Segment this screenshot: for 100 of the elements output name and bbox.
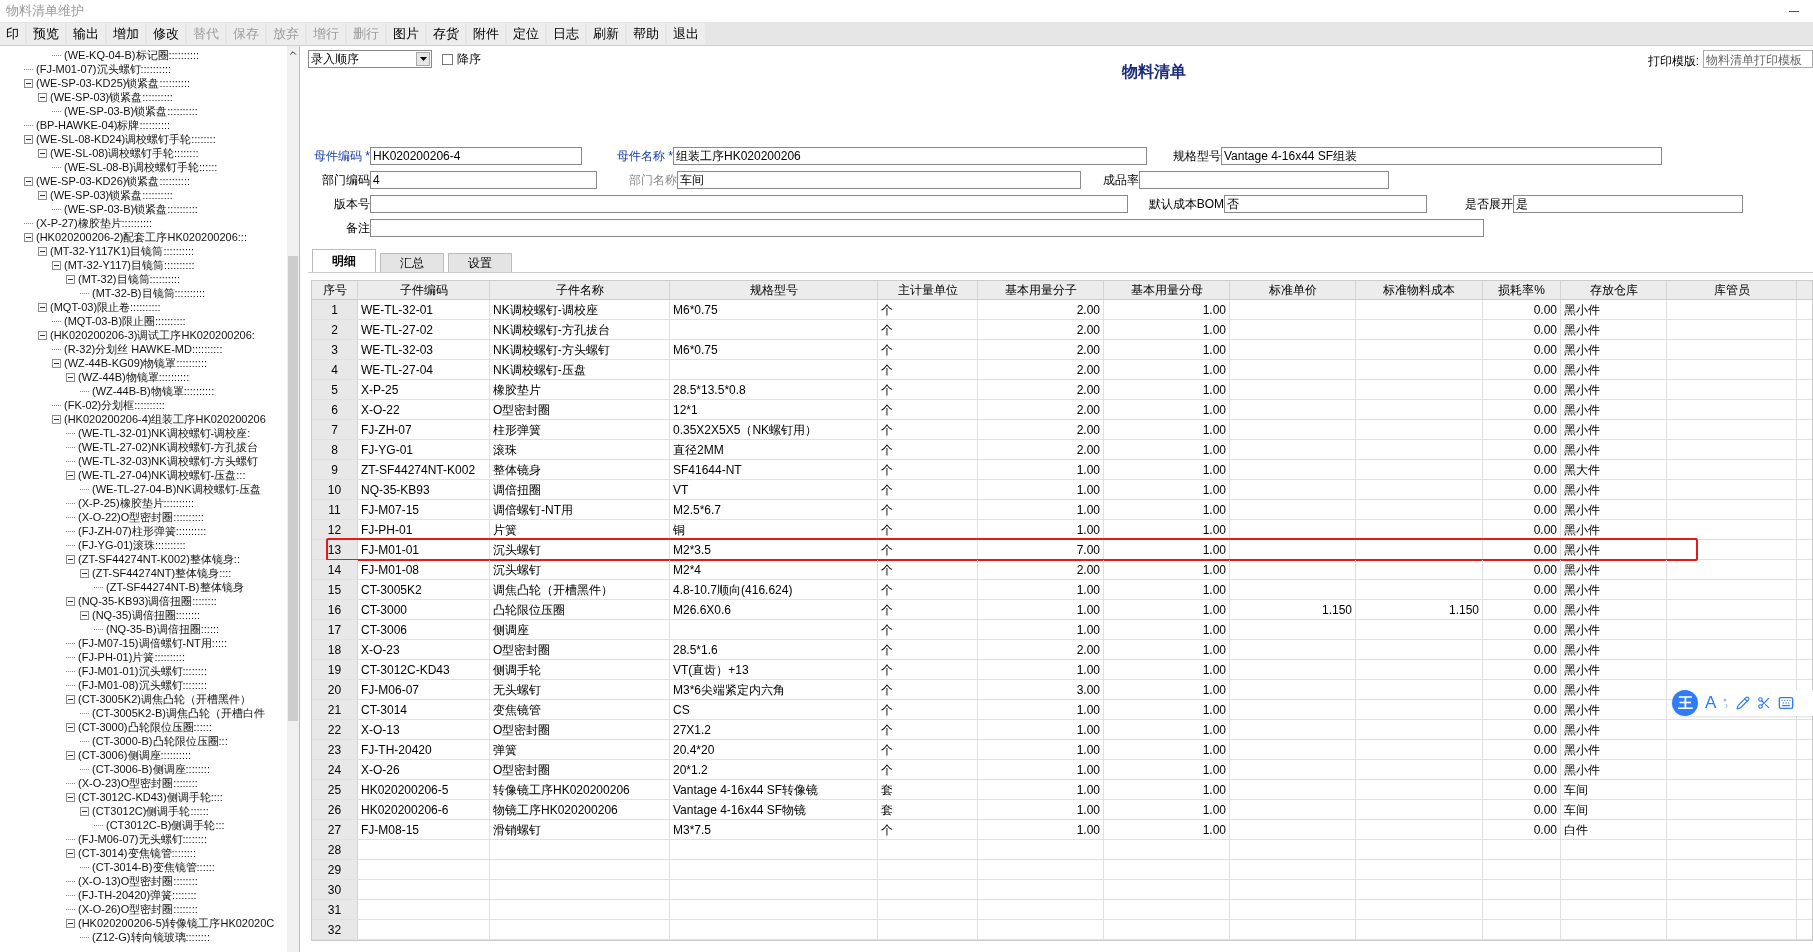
required-mark: * xyxy=(365,147,370,165)
table-cell: FJ-YG-01 xyxy=(361,443,413,457)
table-cell: 个 xyxy=(881,623,893,637)
table-cell: 黑小件 xyxy=(1564,723,1600,737)
table-cell: 0.00 xyxy=(1533,483,1557,497)
row-number: 18 xyxy=(312,640,358,659)
table-cell: FJ-M08-15 xyxy=(361,823,419,837)
row-number: 19 xyxy=(312,660,358,679)
table-cell: X-P-25 xyxy=(361,383,399,397)
table-cell: 黑小件 xyxy=(1564,683,1600,697)
table-cell: 个 xyxy=(881,683,893,697)
table-cell: 1.00 xyxy=(1202,483,1226,497)
table-cell: M26.6X0.6 xyxy=(673,603,732,617)
table-cell: 12*1 xyxy=(673,403,698,417)
table-cell: 2.00 xyxy=(1076,423,1100,437)
table-cell: NQ-35-KB93 xyxy=(361,483,430,497)
table-cell: 1.150 xyxy=(1448,603,1479,617)
table-cell: 0.00 xyxy=(1533,743,1557,757)
table-cell: 黑小件 xyxy=(1564,303,1600,317)
table-cell: 黑小件 xyxy=(1564,663,1600,677)
row-number: 28 xyxy=(312,840,358,859)
row-number: 21 xyxy=(312,700,358,719)
row-number: 17 xyxy=(312,620,358,639)
table-cell: 0.00 xyxy=(1533,643,1557,657)
table-cell: 28.5*13.5*0.8 xyxy=(673,383,746,397)
table-cell: 黑小件 xyxy=(1564,503,1600,517)
field-label: 是否展开 xyxy=(1465,195,1513,213)
field-label: 部门编码 xyxy=(322,171,370,189)
table-cell: 白件 xyxy=(1564,823,1588,837)
table-cell: 调倍螺钉-NT用 xyxy=(493,503,573,517)
table-cell: 2.00 xyxy=(1076,563,1100,577)
row-number: 5 xyxy=(312,380,358,399)
table-cell: 个 xyxy=(881,763,893,777)
table-cell: 套 xyxy=(881,803,893,817)
table-cell: 0.00 xyxy=(1533,443,1557,457)
table-cell: 个 xyxy=(881,363,893,377)
table-cell: 侧调手轮 xyxy=(493,663,541,677)
table-cell: 1.00 xyxy=(1202,443,1226,457)
table-cell: 1.00 xyxy=(1076,483,1100,497)
table-cell: 滑销螺钉 xyxy=(493,823,541,837)
table-cell: M2*3.5 xyxy=(673,543,712,557)
table-cell: 铜 xyxy=(673,523,685,537)
table-cell: X-O-23 xyxy=(361,643,400,657)
table-cell: 2.00 xyxy=(1076,643,1100,657)
table-cell: 黑小件 xyxy=(1564,623,1600,637)
table-cell: 0.00 xyxy=(1533,663,1557,677)
table-cell: 1.00 xyxy=(1202,363,1226,377)
field-label: 成品率 xyxy=(1103,171,1139,189)
table-cell: WE-TL-32-01 xyxy=(361,303,434,317)
table-cell: WE-TL-32-03 xyxy=(361,343,434,357)
table-cell: 变焦镜管 xyxy=(493,703,541,717)
field-label: 规格型号 xyxy=(1173,147,1221,165)
table-cell: FJ-M07-15 xyxy=(361,503,419,517)
table-cell: 黑小件 xyxy=(1564,763,1600,777)
window-title: 物料清单维护 xyxy=(6,2,84,21)
field-label: 部门名称 xyxy=(629,171,677,189)
row-number: 6 xyxy=(312,400,358,419)
table-cell: 车间 xyxy=(1564,803,1588,817)
table-cell: CT-3000 xyxy=(361,603,408,617)
table-cell: M6*0.75 xyxy=(673,303,718,317)
table-cell: 2.00 xyxy=(1076,303,1100,317)
table-cell: 1.00 xyxy=(1202,563,1226,577)
table-cell: 片簧 xyxy=(493,523,517,537)
table-cell: 黑小件 xyxy=(1564,603,1600,617)
row-number: 20 xyxy=(312,680,358,699)
table-cell: 0.00 xyxy=(1533,463,1557,477)
field-label: 母件编码 xyxy=(314,147,363,165)
table-cell: 个 xyxy=(881,563,893,577)
table-cell: 个 xyxy=(881,463,893,477)
table-cell: 黑小件 xyxy=(1564,323,1600,337)
table-cell: WE-TL-27-02 xyxy=(361,323,434,337)
table-cell: 套 xyxy=(881,783,893,797)
table-cell: 个 xyxy=(881,343,893,357)
table-cell: 0.00 xyxy=(1533,603,1557,617)
table-cell: FJ-M01-01 xyxy=(361,543,419,557)
table-cell: Vantage 4-16x44 SF转像镜 xyxy=(673,783,819,797)
table-cell: SF41644-NT xyxy=(673,463,742,477)
table-cell: 个 xyxy=(881,743,893,757)
table-cell: 个 xyxy=(881,383,893,397)
table-cell: 1.00 xyxy=(1076,783,1100,797)
table-cell: 无头螺钉 xyxy=(493,683,541,697)
table-cell: 1.00 xyxy=(1202,503,1226,517)
table-cell: NK调校螺钉-调校座 xyxy=(493,303,598,317)
row-number: 15 xyxy=(312,580,358,599)
table-cell: NK调校螺钉-压盘 xyxy=(493,363,586,377)
table-cell: 0.00 xyxy=(1533,303,1557,317)
row-number: 16 xyxy=(312,600,358,619)
table-cell: 0.00 xyxy=(1533,583,1557,597)
table-cell: 2.00 xyxy=(1076,383,1100,397)
table-cell: 1.00 xyxy=(1202,583,1226,597)
table-cell: 0.00 xyxy=(1533,683,1557,697)
table-cell: 个 xyxy=(881,823,893,837)
table-cell: M3*6尖端紧定内六角 xyxy=(673,683,785,697)
row-number: 1 xyxy=(312,300,358,319)
field-label: 版本号 xyxy=(334,195,370,213)
table-cell: HK020200206-5 xyxy=(361,783,449,797)
table-cell: 1.00 xyxy=(1076,703,1100,717)
table-cell: 个 xyxy=(881,723,893,737)
table-cell: 1.00 xyxy=(1202,463,1226,477)
table-cell: O型密封圈 xyxy=(493,763,551,777)
